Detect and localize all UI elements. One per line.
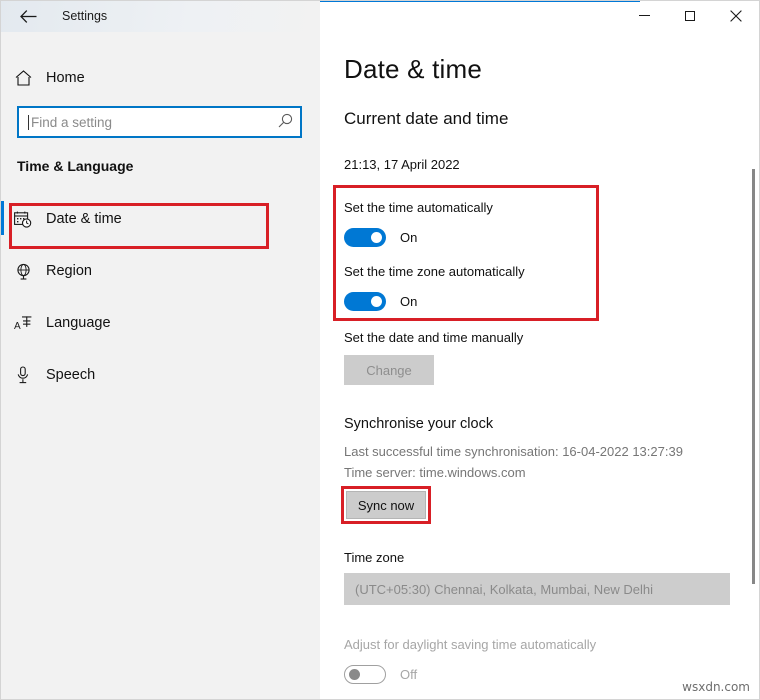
sidebar-item-home[interactable]: Home xyxy=(0,60,320,96)
toggle-knob xyxy=(349,669,360,680)
dst-toggle[interactable] xyxy=(344,665,386,684)
magnifier-glyph xyxy=(279,113,293,128)
sidebar-item-language-label: Language xyxy=(46,315,111,331)
microphone-glyph xyxy=(17,366,29,384)
timezone-dropdown[interactable]: (UTC+05:30) Chennai, Kolkata, Mumbai, Ne… xyxy=(344,573,730,605)
sidebar-item-home-label: Home xyxy=(46,70,85,86)
timezone-label: Time zone xyxy=(344,550,405,565)
calendar-clock-glyph xyxy=(14,211,32,228)
set-timezone-auto-label: Set the time zone automatically xyxy=(344,264,525,279)
last-sync-text: Last successful time synchronisation: 16… xyxy=(344,444,683,459)
set-time-auto-toggle[interactable] xyxy=(344,228,386,247)
sidebar-item-speech-label: Speech xyxy=(46,367,96,383)
scrollbar-track[interactable] xyxy=(746,64,760,700)
main-content: Date & time Current date and time 21:13,… xyxy=(320,32,760,700)
current-datetime-value: 21:13, 17 April 2022 xyxy=(344,157,460,172)
selection-indicator xyxy=(0,201,4,235)
window-title: Settings xyxy=(62,9,108,23)
dst-state: Off xyxy=(400,667,418,682)
close-icon xyxy=(730,9,742,22)
search-box[interactable]: Find a setting xyxy=(17,106,302,138)
sync-now-button[interactable]: Sync now xyxy=(346,491,426,519)
sidebar-item-region-label: Region xyxy=(46,263,92,279)
minimize-button[interactable] xyxy=(621,0,667,31)
sync-clock-heading: Synchronise your clock xyxy=(344,416,494,432)
close-button[interactable] xyxy=(713,0,759,31)
search-input[interactable]: Find a setting xyxy=(29,115,272,130)
globe-glyph xyxy=(16,263,30,280)
language-glyph: A xyxy=(14,315,31,332)
sidebar-item-region[interactable]: Region xyxy=(0,247,320,295)
minimize-icon xyxy=(638,15,650,16)
back-arrow-icon[interactable] xyxy=(8,2,48,30)
globe-icon xyxy=(0,263,46,280)
back-arrow-glyph xyxy=(19,9,36,23)
dst-toggle-row[interactable]: Off xyxy=(344,665,417,684)
sidebar-section-title: Time & Language xyxy=(17,158,134,174)
set-time-auto-toggle-row[interactable]: On xyxy=(344,228,417,247)
toggle-knob xyxy=(371,296,382,307)
sidebar-item-speech[interactable]: Speech xyxy=(0,351,320,399)
current-datetime-heading: Current date and time xyxy=(344,109,509,128)
title-bar-left-pane xyxy=(0,0,320,32)
language-icon: A xyxy=(0,315,46,332)
page-title: Date & time xyxy=(344,54,483,84)
sidebar-item-date-time[interactable]: Date & time xyxy=(0,195,320,243)
home-icon xyxy=(0,70,46,86)
change-button[interactable]: Change xyxy=(344,355,434,385)
calendar-clock-icon xyxy=(0,211,46,228)
svg-text:A: A xyxy=(14,321,21,332)
set-time-auto-state: On xyxy=(400,230,418,245)
scrollbar-thumb[interactable] xyxy=(752,169,755,584)
accent-line xyxy=(320,0,640,2)
search-icon[interactable] xyxy=(272,113,300,131)
settings-window: Settings Home Find a setting Time & Lang… xyxy=(0,0,760,700)
set-timezone-auto-toggle[interactable] xyxy=(344,292,386,311)
maximize-button[interactable] xyxy=(667,0,713,31)
microphone-icon xyxy=(0,366,46,384)
set-timezone-auto-toggle-row[interactable]: On xyxy=(344,292,417,311)
set-manual-label: Set the date and time manually xyxy=(344,330,524,345)
set-timezone-auto-state: On xyxy=(400,294,418,309)
dst-label: Adjust for daylight saving time automati… xyxy=(344,637,597,652)
sidebar-item-language[interactable]: A Language xyxy=(0,299,320,347)
toggle-knob xyxy=(371,232,382,243)
watermark: wsxdn.com xyxy=(682,680,750,694)
sidebar: Home Find a setting Time & Language Date… xyxy=(0,32,320,700)
sidebar-item-date-time-label: Date & time xyxy=(46,211,122,227)
maximize-icon xyxy=(685,10,695,21)
title-bar: Settings xyxy=(0,0,760,32)
time-server-text: Time server: time.windows.com xyxy=(344,465,526,480)
set-time-auto-label: Set the time automatically xyxy=(344,200,493,215)
home-glyph xyxy=(15,70,31,86)
